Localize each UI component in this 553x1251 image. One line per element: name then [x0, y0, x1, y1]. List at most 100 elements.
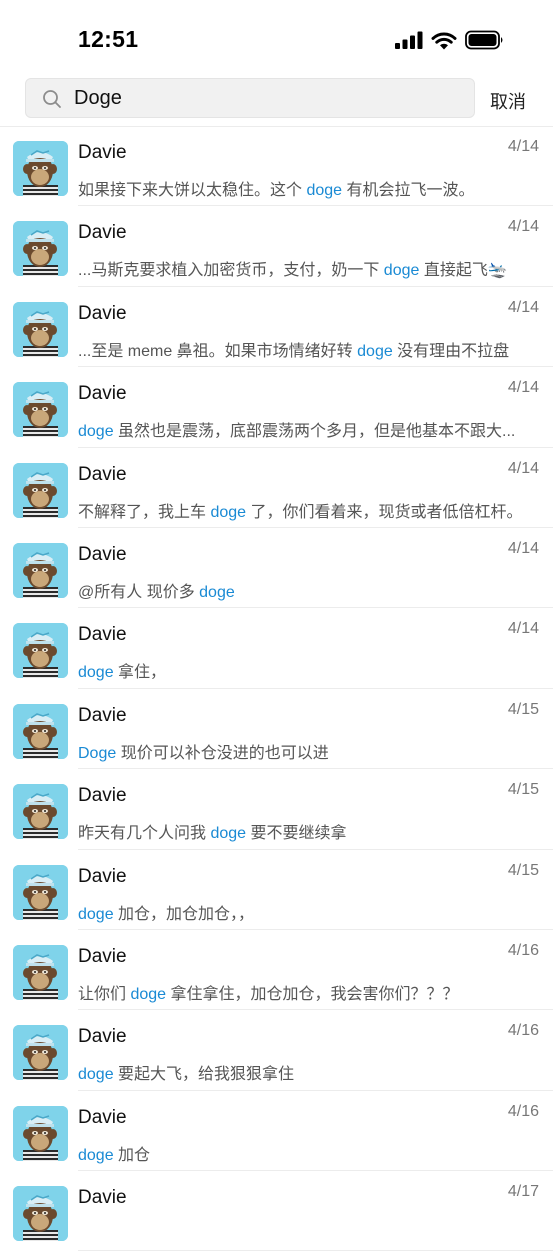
sender-name: Davie	[78, 704, 127, 726]
result-row[interactable]: Davie 4/14 doge 拿住，	[0, 608, 553, 689]
ape-avatar-icon	[13, 1105, 68, 1161]
sender-name: Davie	[78, 1026, 127, 1048]
keyword-highlight: doge	[199, 583, 235, 601]
keyword-highlight: doge	[306, 182, 343, 199]
sender-name: Davie	[78, 302, 127, 324]
search-bar: Doge	[0, 78, 553, 120]
sender-name: Davie	[78, 1187, 127, 1209]
avatar	[13, 784, 68, 840]
keyword-highlight: doge	[78, 1066, 114, 1084]
snippet-text: ...至是 meme 鼻祖。如果市场情绪好转	[78, 342, 358, 360]
snippet-text: 让你们	[78, 985, 131, 1003]
message-snippet: doge 要起大飞，给我狠狠拿住	[78, 1060, 528, 1084]
result-row[interactable]: Davie 4/15 Doge 现价可以补仓没进的也可以进	[0, 689, 553, 770]
message-snippet: Doge 现价可以补仓没进的也可以进	[78, 739, 528, 763]
result-row[interactable]: Davie 4/16 让你们 doge 拿住拿住，加仓加仓，我会害你们？？？	[0, 930, 553, 1011]
result-row[interactable]: Davie 4/14 不解释了，我上车 doge 了，你们看着来，现货或者低倍杠…	[0, 448, 553, 528]
message-snippet: 不解释了，我上车 doge 了，你们看着来，现货或者低倍杠杆。	[78, 498, 528, 522]
message-date: 4/15	[507, 700, 539, 718]
message-date: 4/14	[507, 218, 539, 236]
snippet-text: 了，你们看着来，现货或者低倍杠杆。	[246, 503, 523, 521]
sender-name: Davie	[78, 1106, 127, 1128]
keyword-highlight: doge	[78, 423, 114, 441]
message-date: 4/16	[507, 941, 539, 959]
message-snippet: 昨天有几个人问我 doge 要不要继续拿	[78, 819, 528, 843]
message-date: 4/16	[507, 1022, 539, 1040]
ape-avatar-icon	[13, 221, 68, 277]
cellular-signal-icon	[395, 31, 423, 49]
snippet-text: 现价可以补仓没进的也可以进	[116, 744, 329, 762]
snippet-text: 拿住拿住，加仓加仓，我会害你们？？？	[166, 985, 459, 1003]
ape-avatar-icon	[13, 462, 68, 518]
ape-avatar-icon	[13, 784, 68, 840]
result-row[interactable]: Davie 4/14 doge 虽然也是震荡，底部震荡两个多月，但是他基本不跟大…	[0, 367, 553, 448]
ape-avatar-icon	[13, 301, 68, 357]
message-snippet: 让你们 doge 拿住拿住，加仓加仓，我会害你们？？？	[78, 980, 528, 1004]
message-date: 4/14	[507, 620, 539, 638]
keyword-highlight: Doge	[78, 744, 117, 762]
avatar	[13, 623, 68, 679]
avatar	[13, 703, 68, 759]
cancel-button[interactable]: 取消	[490, 88, 526, 114]
status-bar: 12:51	[0, 0, 553, 72]
snippet-text: 直接起飞🛬	[419, 262, 508, 280]
message-date: 4/15	[507, 861, 539, 879]
sender-name: Davie	[78, 865, 127, 887]
result-row[interactable]: Davie 4/15 doge 加仓，加仓加仓，，	[0, 850, 553, 930]
message-snippet: ...马斯克要求植入加密货币，支付，奶一下 doge 直接起飞🛬	[78, 256, 528, 280]
sender-name: Davie	[78, 624, 127, 646]
avatar	[13, 944, 68, 1000]
sender-name: Davie	[78, 463, 127, 485]
battery-icon	[465, 30, 503, 50]
snippet-text: 虽然也是震荡，底部震荡两个多月，但是他基本不跟大...	[113, 423, 516, 441]
result-row[interactable]: Davie 4/15 昨天有几个人问我 doge 要不要继续拿	[0, 769, 553, 850]
snippet-text: 要不要继续拿	[246, 825, 347, 843]
snippet-text: 加仓，加仓加仓，，	[113, 905, 255, 923]
message-snippet: doge 加仓，加仓加仓，，	[78, 900, 528, 924]
search-query[interactable]: Doge	[74, 87, 122, 110]
message-snippet: doge 拿住，	[78, 658, 528, 682]
message-date: 4/14	[507, 459, 539, 477]
avatar	[13, 1105, 68, 1161]
snippet-text: 昨天有几个人问我	[78, 825, 211, 843]
result-row[interactable]: Davie 4/14 ...至是 meme 鼻祖。如果市场情绪好转 doge 没…	[0, 287, 553, 368]
result-row[interactable]: Davie 4/16 doge 要起大飞，给我狠狠拿住	[0, 1010, 553, 1091]
search-results-list: Davie 4/14 如果接下来大饼以太稳住。这个 doge 有机会拉飞一波。 …	[0, 126, 553, 1251]
snippet-text: 如果接下来大饼以太稳住。这个	[78, 182, 307, 199]
avatar	[13, 864, 68, 920]
sender-name: Davie	[78, 383, 127, 405]
status-icons	[395, 30, 505, 50]
snippet-text: @所有人 现价多	[78, 583, 200, 601]
sender-name: Davie	[78, 945, 127, 967]
message-date: 4/14	[507, 379, 539, 397]
sender-name: Davie	[78, 785, 127, 807]
avatar	[13, 1186, 68, 1242]
snippet-text: 不解释了，我上车	[78, 503, 211, 521]
keyword-highlight: doge	[383, 262, 420, 280]
message-date: 4/14	[507, 298, 539, 316]
snippet-text: 没有理由不拉盘	[392, 342, 510, 360]
result-row[interactable]: Davie 4/14 ...马斯克要求植入加密货币，支付，奶一下 doge 直接…	[0, 206, 553, 287]
ape-avatar-icon	[13, 864, 68, 920]
avatar	[13, 382, 68, 438]
snippet-text: 加仓	[113, 1146, 151, 1164]
result-row[interactable]: Davie 4/14 @所有人 现价多 doge	[0, 528, 553, 609]
message-date: 4/17	[507, 1183, 539, 1201]
search-input[interactable]: Doge	[25, 78, 475, 118]
sender-name: Davie	[78, 543, 127, 565]
result-row[interactable]: Davie 4/14 如果接下来大饼以太稳住。这个 doge 有机会拉飞一波。	[0, 126, 553, 207]
keyword-highlight: doge	[130, 985, 167, 1003]
avatar	[13, 141, 68, 196]
message-snippet: doge 加仓	[78, 1141, 528, 1165]
keyword-highlight: doge	[357, 342, 393, 360]
keyword-highlight: doge	[78, 664, 114, 682]
ape-avatar-icon	[13, 623, 68, 679]
result-row[interactable]: Davie 4/17	[0, 1171, 553, 1251]
ape-avatar-icon	[13, 1186, 68, 1242]
keyword-highlight: doge	[78, 1146, 114, 1164]
avatar	[13, 542, 68, 598]
search-icon	[43, 90, 61, 108]
result-row[interactable]: Davie 4/16 doge 加仓	[0, 1091, 553, 1172]
keyword-highlight: doge	[78, 905, 114, 923]
sender-name: Davie	[78, 142, 127, 163]
